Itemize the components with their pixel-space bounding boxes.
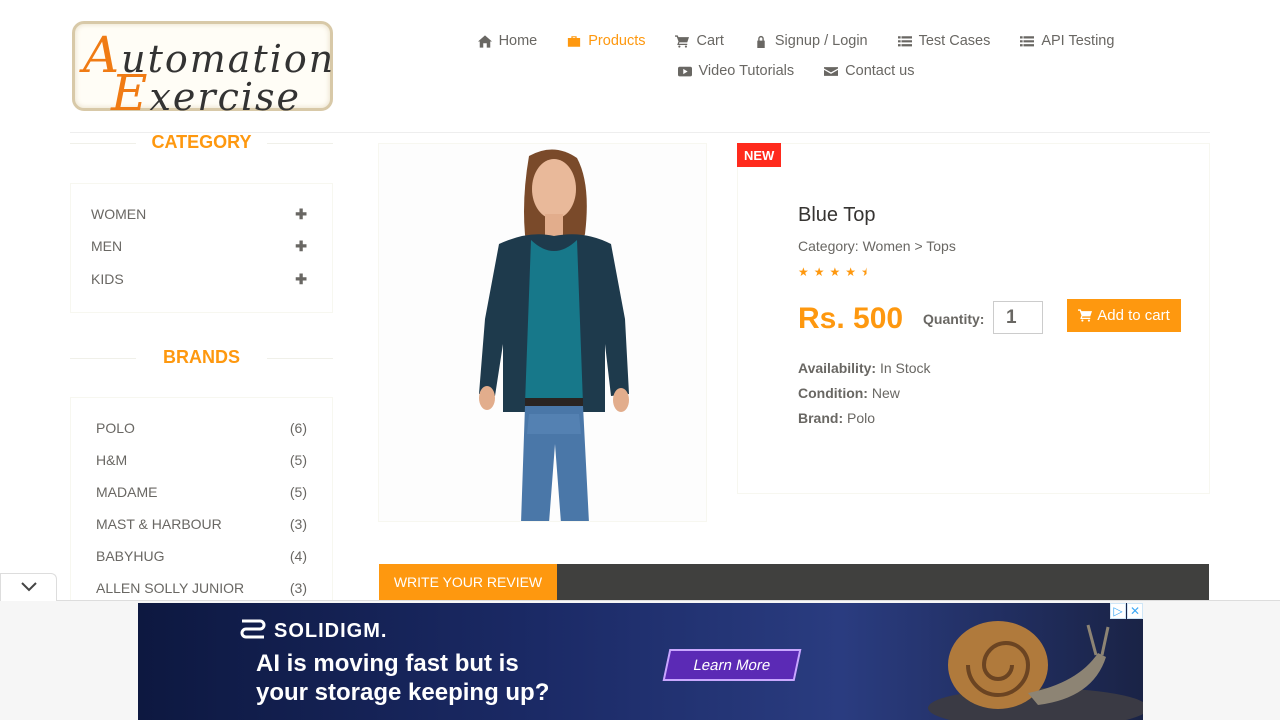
brand-item-mast-harbour[interactable]: MAST & HARBOUR (3) xyxy=(96,516,307,532)
quantity-input[interactable] xyxy=(993,301,1043,334)
nav-video-tutorials[interactable]: Video Tutorials xyxy=(677,63,794,79)
ad-brand-name: SOLIDIGM. xyxy=(274,619,388,642)
tab-write-review[interactable]: WRITE YOUR REVIEW xyxy=(379,564,557,600)
nav-cart[interactable]: Cart xyxy=(675,33,724,49)
close-icon[interactable]: ✕ xyxy=(1127,603,1143,619)
ad-info-icon[interactable]: ▷ xyxy=(1110,603,1126,619)
brand-item-polo[interactable]: POLO (6) xyxy=(96,420,307,436)
chevron-down-icon xyxy=(20,579,37,597)
nav-signup-login[interactable]: Signup / Login xyxy=(754,33,868,49)
category-item-kids[interactable]: KIDS ✚ xyxy=(91,271,307,287)
product-name: Blue Top xyxy=(798,204,876,226)
nav-row-2: Video Tutorials Contact us xyxy=(466,56,1126,86)
half-star-icon: ★ xyxy=(861,265,872,279)
main-nav: Home Products Cart Signup / Login Test C… xyxy=(466,26,1126,86)
star-icon: ★ xyxy=(813,265,825,279)
nav-contact-us[interactable]: Contact us xyxy=(824,63,914,79)
quantity-label: Quantity: xyxy=(923,311,985,327)
plus-icon[interactable]: ✚ xyxy=(295,206,307,223)
home-icon xyxy=(477,34,492,48)
product-category: Category: Women > Tops xyxy=(798,238,956,254)
star-icon: ★ xyxy=(829,265,841,279)
brand-item-hm[interactable]: H&M (5) xyxy=(96,452,307,468)
briefcase-icon xyxy=(568,35,581,47)
ad-banner[interactable]: SOLIDIGM. AI is moving fast but is your … xyxy=(138,603,1143,720)
availability: Availability: In Stock xyxy=(798,360,931,376)
brand: Brand: Polo xyxy=(798,410,876,426)
snail-image xyxy=(928,621,1143,720)
ad-collapse-toggle[interactable] xyxy=(0,573,57,601)
category-panel: WOMEN ✚ MEN ✚ KIDS ✚ xyxy=(70,183,333,313)
site-header: Automation Exercise Home Products Cart S… xyxy=(0,0,1280,132)
lock-icon xyxy=(757,35,765,48)
plus-icon[interactable]: ✚ xyxy=(295,271,307,288)
condition: Condition: New xyxy=(798,385,900,401)
cart-icon xyxy=(675,34,690,48)
brand-item-babyhug[interactable]: BABYHUG (4) xyxy=(96,548,307,564)
youtube-icon xyxy=(677,66,692,76)
plus-icon[interactable]: ✚ xyxy=(295,238,307,255)
new-badge: NEW xyxy=(737,143,782,167)
nav-home[interactable]: Home xyxy=(477,33,537,49)
category-title: CATEGORY xyxy=(70,132,333,152)
envelope-icon xyxy=(824,66,839,76)
site-logo[interactable]: Automation Exercise xyxy=(72,21,333,122)
list-icon xyxy=(897,35,912,46)
cart-icon xyxy=(1078,309,1093,322)
brands-title: BRANDS xyxy=(70,347,333,367)
product-price: Rs. 500 xyxy=(798,302,904,335)
star-icon: ★ xyxy=(845,265,857,279)
nav-products[interactable]: Products xyxy=(567,33,645,49)
ad-learn-more-button[interactable]: Learn More xyxy=(662,649,802,681)
brand-item-madame[interactable]: MADAME (5) xyxy=(96,484,307,500)
brands-panel: POLO (6) H&M (5) MADAME (5) MAST & HARBOUR(… xyxy=(70,397,333,617)
product-rating: ★ ★ ★ ★ ★ xyxy=(798,265,872,279)
nav-api-testing[interactable]: API Testing xyxy=(1020,33,1114,49)
category-item-men[interactable]: MEN ✚ xyxy=(91,238,307,254)
product-image xyxy=(378,143,707,522)
nav-row-1: Home Products Cart Signup / Login Test C… xyxy=(466,26,1126,56)
ad-controls: ▷ ✕ xyxy=(1110,603,1143,619)
ad-headline: AI is moving fast but is your storage ke… xyxy=(256,650,550,706)
solidigm-logo-icon xyxy=(238,617,268,645)
star-icon: ★ xyxy=(798,265,809,279)
list-icon xyxy=(1020,35,1035,46)
category-item-women[interactable]: WOMEN ✚ xyxy=(91,206,307,222)
add-to-cart-button[interactable]: Add to cart xyxy=(1067,299,1181,332)
product-photo xyxy=(379,144,706,521)
nav-test-cases[interactable]: Test Cases xyxy=(897,33,990,49)
brand-item-allen-solly-junior[interactable]: ALLEN SOLLY JUNIOR (3) xyxy=(96,580,307,596)
